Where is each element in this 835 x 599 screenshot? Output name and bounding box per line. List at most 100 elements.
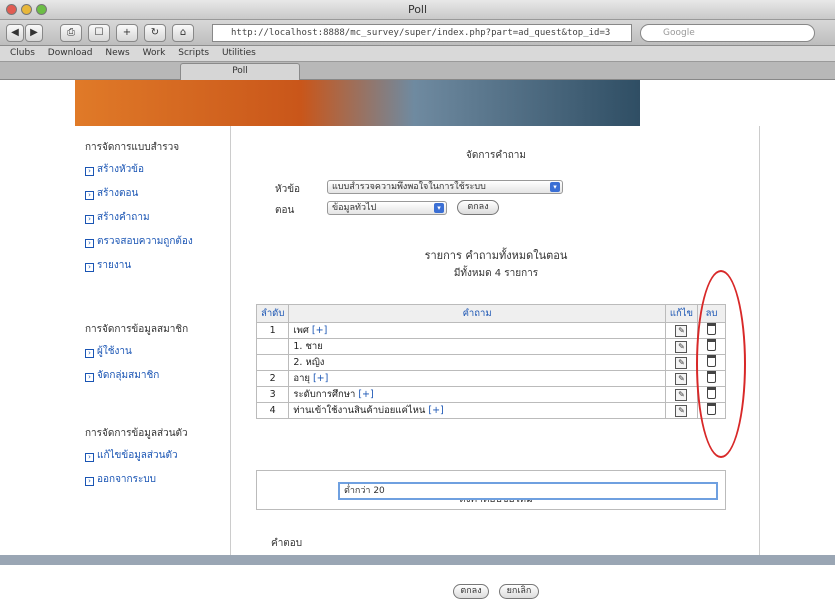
chevron-down-icon: ▾ bbox=[550, 182, 560, 192]
filter-ok-button[interactable]: ตกลง bbox=[457, 200, 499, 215]
edit-icon[interactable]: ✎ bbox=[675, 388, 688, 401]
edit-icon[interactable]: ✎ bbox=[675, 356, 688, 369]
sidebar-item-create-topic[interactable]: › สร้างหัวข้อ bbox=[85, 162, 144, 177]
sidebar-item-label: ผู้ใช้งาน bbox=[97, 346, 132, 357]
sidebar-item-label: สร้างคำถาม bbox=[97, 212, 150, 223]
status-strip bbox=[0, 555, 835, 565]
sidebar-item-label: จัดกลุ่มสมาชิก bbox=[97, 370, 160, 381]
sidebar-item-report[interactable]: › รายงาน bbox=[85, 258, 131, 273]
question-text: อายุ bbox=[293, 373, 310, 384]
forward-button[interactable]: ▶ bbox=[25, 24, 43, 42]
sidebar-item-validate[interactable]: › ตรวจสอบความถูกต้อง bbox=[85, 234, 193, 249]
highlight-annotation bbox=[696, 270, 746, 458]
sidebar-section-members: การจัดการข้อมูลสมาชิก bbox=[85, 324, 189, 335]
topic-select[interactable]: แบบสำรวจความพึงพอใจในการใช้ระบบ ▾ bbox=[327, 180, 563, 194]
edit-icon[interactable]: ✎ bbox=[675, 324, 688, 337]
table-row: 1. ชาย ✎ bbox=[255, 338, 726, 355]
site-banner bbox=[75, 80, 640, 126]
tab-bar: Poll bbox=[0, 62, 835, 80]
edit-cell: ✎ bbox=[664, 386, 699, 403]
arrow-icon: › bbox=[85, 239, 94, 248]
col-header-no: ลำดับ bbox=[255, 304, 290, 323]
sidebar: การจัดการแบบสำรวจ › สร้างหัวข้อ › สร้างตอน… bbox=[75, 126, 230, 556]
table-header-row: ลำดับ คำถาม แก้ไข ลบ bbox=[255, 304, 726, 323]
edit-icon[interactable]: ✎ bbox=[675, 340, 688, 353]
add-bookmark-button[interactable]: + bbox=[116, 24, 138, 42]
table-row: 2. หญิง ✎ bbox=[255, 354, 726, 371]
row-no bbox=[255, 338, 290, 355]
window-title: Poll bbox=[407, 3, 428, 16]
add-answer-link[interactable]: [+] bbox=[358, 389, 373, 400]
col-header-edit: แก้ไข bbox=[664, 304, 699, 323]
bookmarks-bar: Clubs Download News Work Scripts Utiliti… bbox=[0, 46, 835, 62]
edit-cell: ✎ bbox=[664, 402, 699, 419]
answer-text: 2. หญิง bbox=[293, 357, 325, 368]
bookmark-item[interactable]: Work bbox=[143, 48, 166, 58]
arrow-icon: › bbox=[85, 349, 94, 358]
sidebar-section-survey: การจัดการแบบสำรวจ bbox=[85, 142, 180, 153]
question-text: ระดับการศึกษา bbox=[293, 389, 356, 400]
sidebar-item-edit-profile[interactable]: › แก้ไขข้อมูลส่วนตัว bbox=[85, 448, 178, 463]
add-answer-link[interactable]: [+] bbox=[313, 373, 328, 384]
table-row: 4 ท่านเข้าใช้งานสินค้าบ่อยแค่ไหน [+] ✎ bbox=[255, 402, 726, 419]
edit-cell: ✎ bbox=[664, 370, 699, 387]
row-question: 1. ชาย bbox=[288, 338, 666, 355]
edit-cell: ✎ bbox=[664, 354, 699, 371]
print-button[interactable]: ⎙ bbox=[60, 24, 82, 42]
tab-poll[interactable]: Poll bbox=[180, 63, 300, 80]
question-text: เพศ bbox=[293, 325, 309, 336]
arrow-icon: › bbox=[85, 373, 94, 382]
list-count: มีทั้งหมด 4 รายการ bbox=[453, 268, 539, 279]
bookmark-item[interactable]: Scripts bbox=[178, 48, 209, 58]
submit-button[interactable]: ตกลง bbox=[453, 584, 489, 599]
arrow-icon: › bbox=[85, 477, 94, 486]
bookmark-item[interactable]: Download bbox=[48, 48, 93, 58]
back-button[interactable]: ◀ bbox=[6, 24, 24, 42]
question-text: ท่านเข้าใช้งานสินค้าบ่อยแค่ไหน bbox=[293, 405, 426, 416]
edit-icon[interactable]: ✎ bbox=[675, 404, 688, 417]
list-title: รายการ คำถามทั้งหมดในตอน bbox=[424, 249, 568, 262]
row-question: ท่านเข้าใช้งานสินค้าบ่อยแค่ไหน [+] bbox=[288, 402, 666, 419]
sidebar-item-create-section[interactable]: › สร้างตอน bbox=[85, 186, 138, 201]
window-titlebar: Poll bbox=[0, 0, 835, 20]
web-page: การจัดการแบบสำรวจ › สร้างหัวข้อ › สร้างตอน… bbox=[0, 80, 835, 599]
table-row: 2 อายุ [+] ✎ bbox=[255, 370, 726, 387]
questions-table: ลำดับ คำถาม แก้ไข ลบ 1 เพศ [+] ✎ 1. ชาย ✎… bbox=[255, 304, 726, 419]
address-bar[interactable]: http://localhost:8888/mc_survey/super/in… bbox=[212, 24, 632, 42]
home-button[interactable]: ⌂ bbox=[172, 24, 194, 42]
row-question: เพศ [+] bbox=[288, 322, 666, 339]
sidebar-item-logout[interactable]: › ออกจากระบบ bbox=[85, 472, 156, 487]
section-label: ตอน bbox=[275, 205, 295, 216]
row-question: 2. หญิง bbox=[288, 354, 666, 371]
sidebar-item-label: ออกจากระบบ bbox=[97, 474, 157, 485]
search-field[interactable]: Google bbox=[640, 24, 815, 42]
answer-text: 1. ชาย bbox=[293, 341, 323, 352]
add-answer-link[interactable]: [+] bbox=[312, 325, 327, 336]
answer-input[interactable]: ต่ำกว่า 20 bbox=[338, 482, 718, 500]
edit-icon[interactable]: ✎ bbox=[675, 372, 688, 385]
section-select-value: ข้อมูลทั่วไป bbox=[332, 203, 377, 213]
browser-toolbar: ◀ ▶ ⎙ ☐ + ↻ ⌂ http://localhost:8888/mc_s… bbox=[0, 20, 835, 46]
table-row: 1 เพศ [+] ✎ bbox=[255, 322, 726, 339]
topic-label: หัวข้อ bbox=[275, 184, 301, 195]
sidebar-item-label: สร้างหัวข้อ bbox=[97, 164, 145, 175]
add-answer-link[interactable]: [+] bbox=[428, 405, 443, 416]
edit-cell: ✎ bbox=[664, 322, 699, 339]
chevron-down-icon: ▾ bbox=[434, 203, 444, 213]
sidebar-item-member-groups[interactable]: › จัดกลุ่มสมาชิก bbox=[85, 368, 159, 383]
topic-select-value: แบบสำรวจความพึงพอใจในการใช้ระบบ bbox=[332, 182, 486, 192]
arrow-icon: › bbox=[85, 191, 94, 200]
screenshot-button[interactable]: ☐ bbox=[88, 24, 110, 42]
page-title: จัดการคำถาม bbox=[466, 150, 526, 161]
bookmark-item[interactable]: News bbox=[105, 48, 129, 58]
cancel-button[interactable]: ยกเลิก bbox=[499, 584, 539, 599]
section-select[interactable]: ข้อมูลทั่วไป ▾ bbox=[327, 201, 447, 215]
bookmark-item[interactable]: Utilities bbox=[222, 48, 256, 58]
sidebar-item-users[interactable]: › ผู้ใช้งาน bbox=[85, 344, 132, 359]
bookmark-item[interactable]: Clubs bbox=[10, 48, 35, 58]
row-question: ระดับการศึกษา [+] bbox=[288, 386, 666, 403]
row-question: อายุ [+] bbox=[288, 370, 666, 387]
sidebar-item-create-question[interactable]: › สร้างคำถาม bbox=[85, 210, 150, 225]
sidebar-section-personal: การจัดการข้อมูลส่วนตัว bbox=[85, 428, 188, 439]
reload-button[interactable]: ↻ bbox=[144, 24, 166, 42]
